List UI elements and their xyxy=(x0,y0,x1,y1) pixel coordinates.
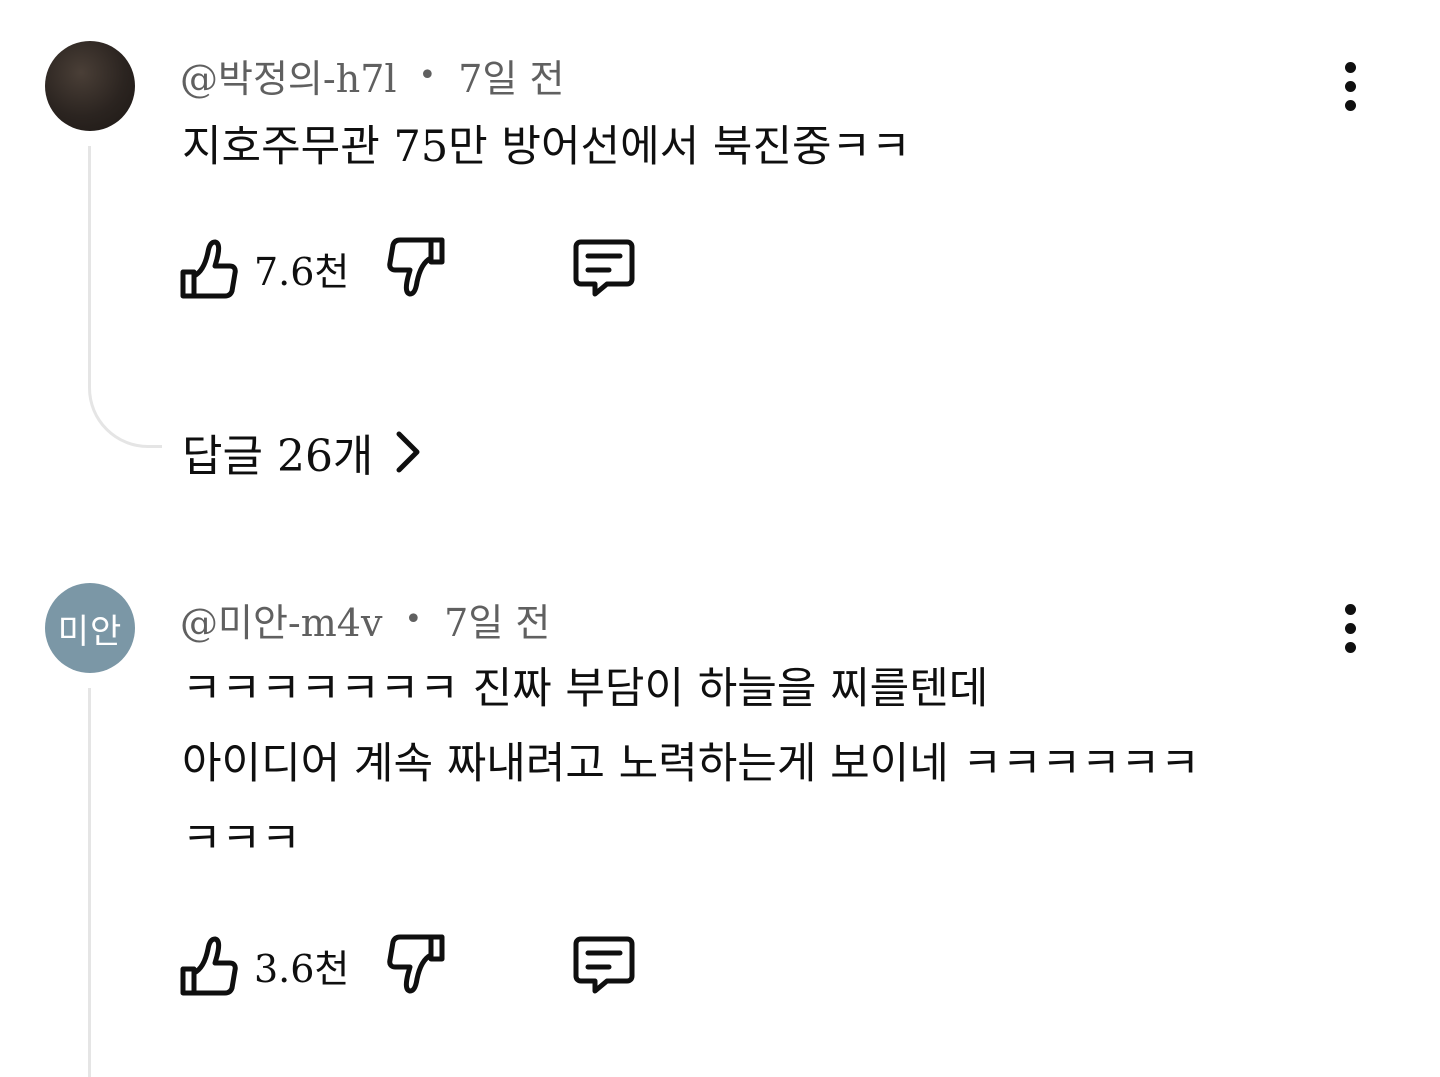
more-options-button[interactable] xyxy=(1330,56,1370,116)
comment-time[interactable]: 7일 전 xyxy=(444,592,550,647)
comment-actions: 3.6천 xyxy=(178,930,637,1000)
like-button[interactable]: 7.6천 xyxy=(178,236,387,300)
vertical-ellipsis-icon xyxy=(1344,603,1356,615)
thumbs-up-icon xyxy=(180,936,238,996)
comment-text-line: ㅋㅋㅋ xyxy=(182,814,301,864)
like-button[interactable]: 3.6천 xyxy=(178,933,387,997)
comment-text: 지호주무관 75만 방어선에서 북진중ㅋㅋ xyxy=(182,110,911,185)
avatar[interactable] xyxy=(45,41,135,131)
chevron-right-icon xyxy=(396,431,420,473)
comment-icon xyxy=(573,239,635,297)
comment-time[interactable]: 7일 전 xyxy=(458,48,564,103)
comment-text-line: ㅋㅋㅋㅋㅋㅋㅋ 진짜 부담이 하늘을 찌를텐데 xyxy=(182,664,989,714)
like-count: 3.6천 xyxy=(254,946,350,991)
author-handle[interactable]: @박정의-h7l xyxy=(180,48,397,103)
comment-icon xyxy=(573,936,635,994)
dislike-button[interactable] xyxy=(387,933,447,997)
vertical-ellipsis-icon xyxy=(1344,61,1356,73)
comment-actions: 7.6천 xyxy=(178,233,637,303)
thumbs-up-icon xyxy=(180,239,238,299)
separator-dot: • xyxy=(404,602,423,637)
replies-count: 답글 26개 xyxy=(182,431,374,482)
author-handle[interactable]: @미안-m4v xyxy=(180,592,382,647)
comment-text-line: 지호주무관 75만 방어선에서 북진중ㅋㅋ xyxy=(182,122,911,172)
like-count: 7.6천 xyxy=(254,249,350,294)
thread-curve xyxy=(88,376,162,448)
comment-header: @미안-m4v • 7일 전 xyxy=(180,592,550,647)
comment-text-line: 아이디어 계속 짜내려고 노력하는게 보이네 ㅋㅋㅋㅋㅋㅋ xyxy=(182,739,1200,789)
more-options-button[interactable] xyxy=(1330,598,1370,658)
reply-button[interactable] xyxy=(571,237,637,299)
thread-line xyxy=(88,146,91,386)
avatar-initials: 미안 xyxy=(57,611,123,652)
dislike-button[interactable] xyxy=(387,236,447,300)
thread-line xyxy=(88,688,91,1077)
thumbs-down-icon xyxy=(387,237,445,297)
reply-button[interactable] xyxy=(571,934,637,996)
avatar[interactable]: 미안 xyxy=(45,583,135,673)
view-replies-link[interactable]: 답글 26개 xyxy=(182,420,421,484)
comment-text: ㅋㅋㅋㅋㅋㅋㅋ 진짜 부담이 하늘을 찌를텐데 아이디어 계속 짜내려고 노력하… xyxy=(182,652,1200,877)
thumbs-down-icon xyxy=(387,934,445,994)
separator-dot: • xyxy=(418,58,437,93)
comment-header: @박정의-h7l • 7일 전 xyxy=(180,48,564,103)
